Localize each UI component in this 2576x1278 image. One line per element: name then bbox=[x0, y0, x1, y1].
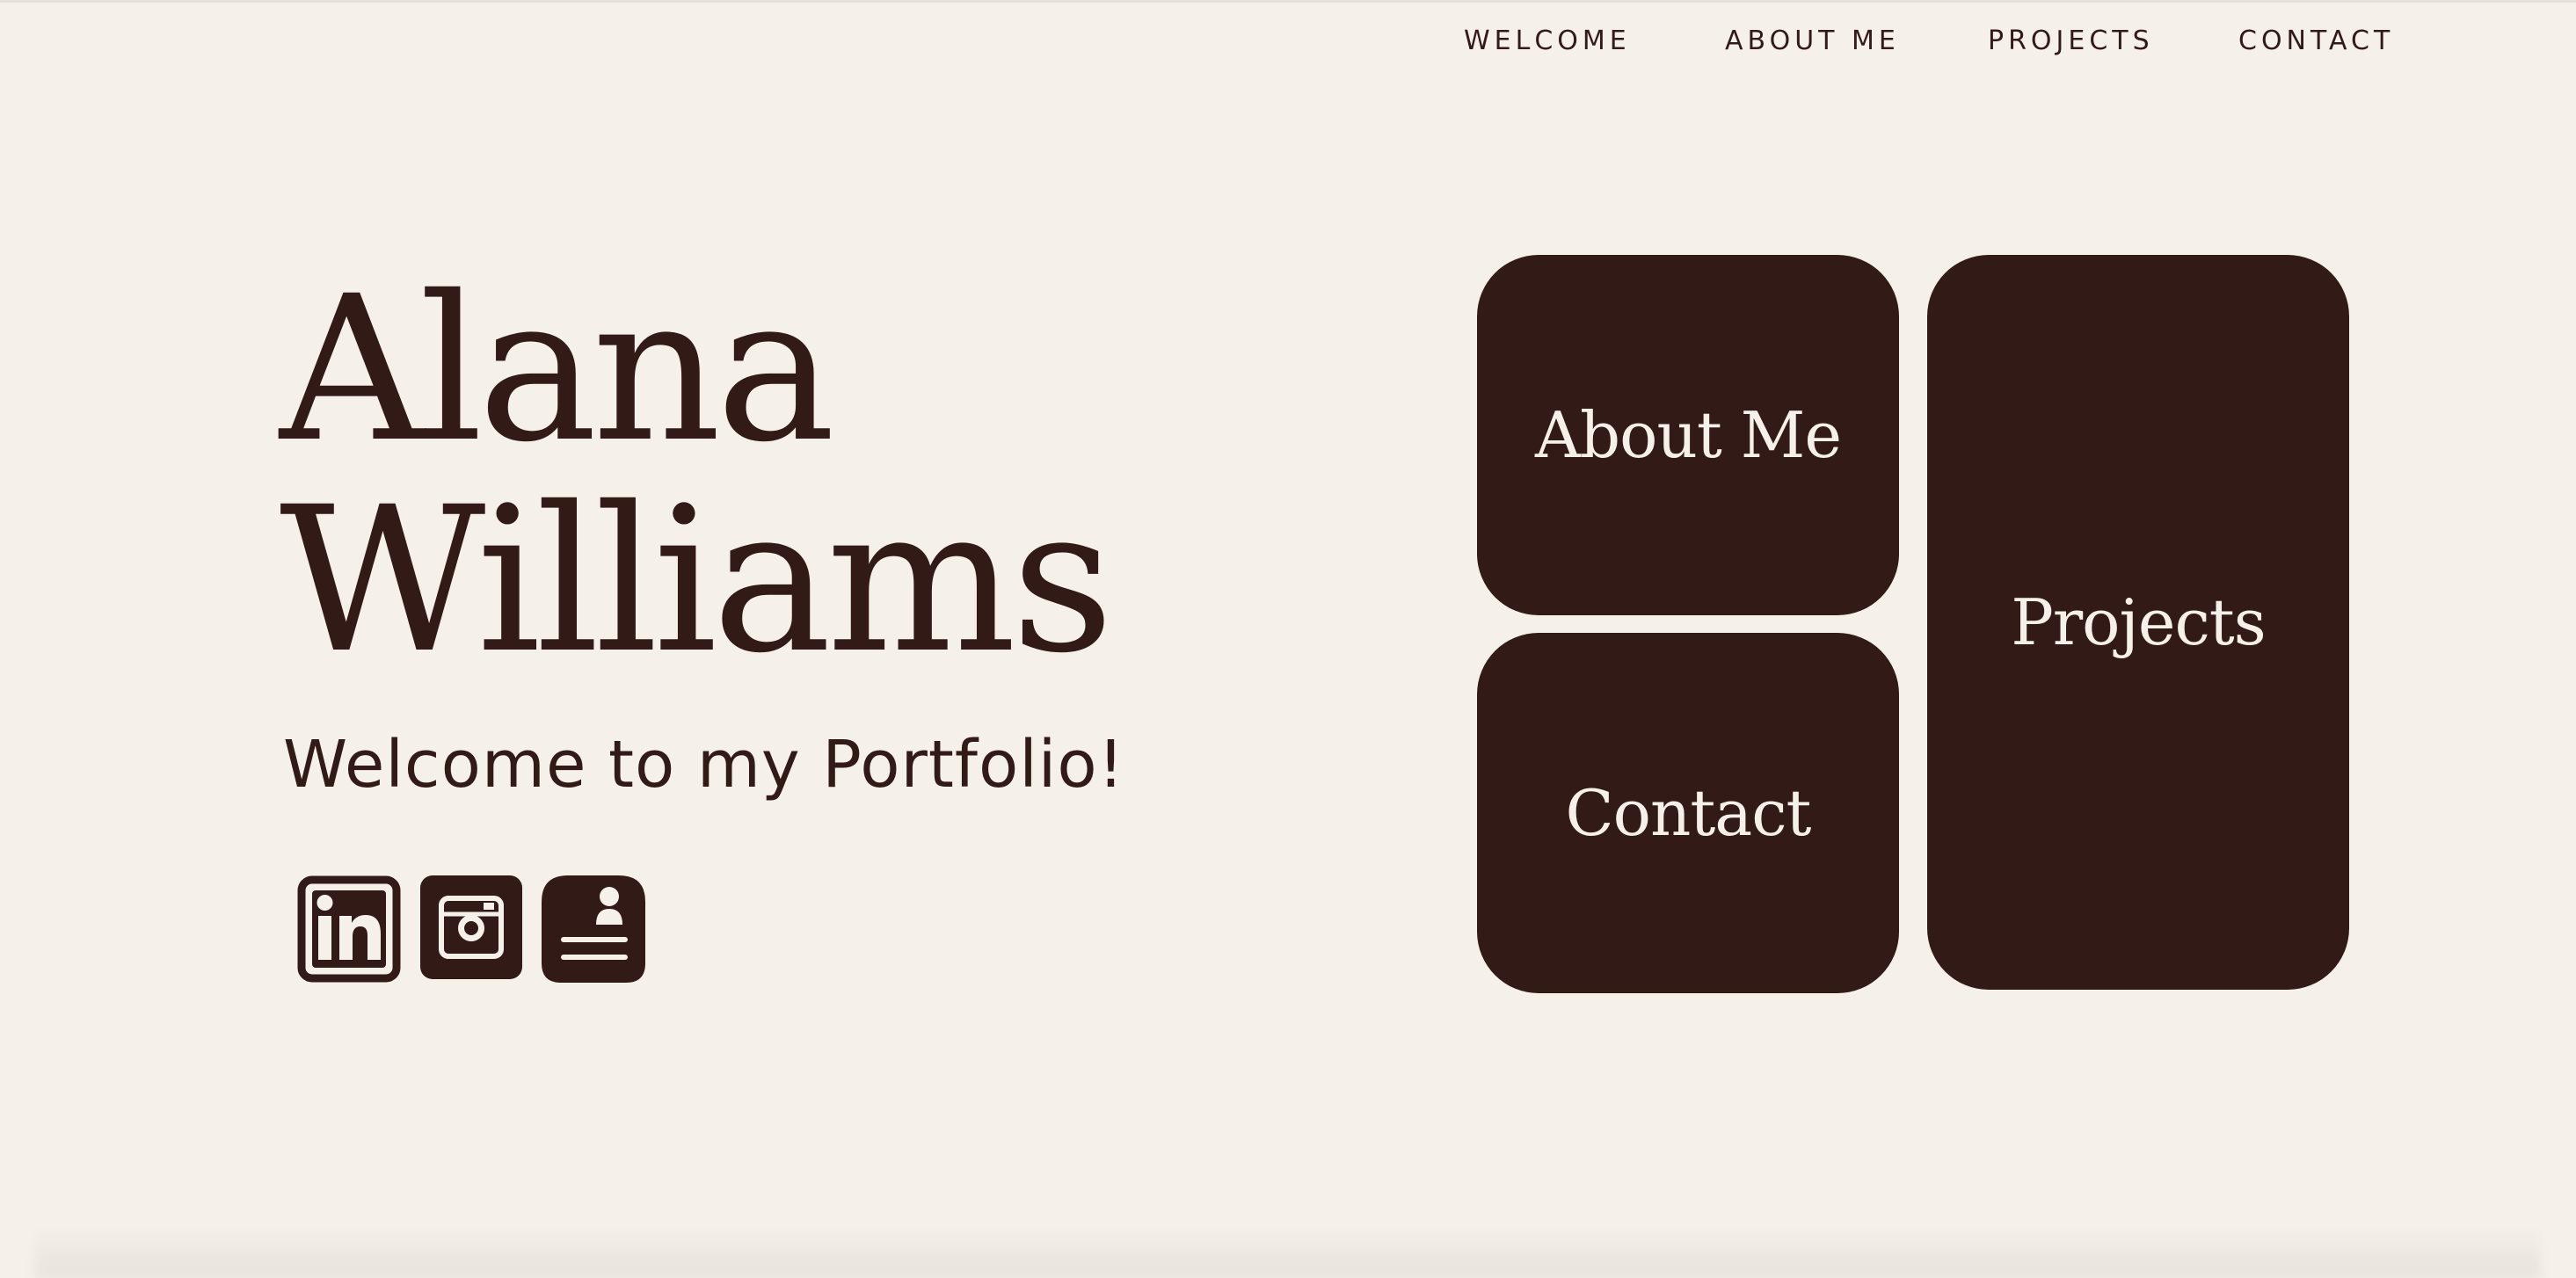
nav-link-welcome[interactable]: WELCOME bbox=[1464, 19, 1631, 63]
instagram-link[interactable] bbox=[420, 875, 522, 984]
about-me-tile-label: About Me bbox=[1535, 398, 1842, 472]
contact-tile[interactable]: Contact bbox=[1477, 633, 1899, 993]
hero-name: Alana Williams bbox=[280, 252, 1114, 697]
contact-card-icon bbox=[542, 875, 645, 983]
projects-tile[interactable]: Projects bbox=[1927, 255, 2349, 990]
hero-name-last: Williams bbox=[280, 463, 1114, 697]
instagram-icon bbox=[420, 875, 522, 979]
projects-tile-label: Projects bbox=[2011, 585, 2266, 659]
hero-subtitle: Welcome to my Portfolio! bbox=[283, 727, 1125, 802]
contact-card-link[interactable] bbox=[542, 875, 645, 987]
bottom-shadow bbox=[35, 1225, 2541, 1278]
about-me-tile[interactable]: About Me bbox=[1477, 255, 1899, 615]
top-edge-divider bbox=[0, 0, 2576, 3]
linkedin-icon bbox=[297, 875, 401, 983]
nav-link-projects[interactable]: PROJECTS bbox=[1988, 19, 2154, 63]
contact-tile-label: Contact bbox=[1565, 776, 1812, 850]
linkedin-link[interactable] bbox=[297, 875, 401, 987]
social-links bbox=[297, 875, 649, 983]
nav-link-contact[interactable]: CONTACT bbox=[2238, 19, 2394, 63]
top-navigation: WELCOME ABOUT ME PROJECTS CONTACT bbox=[1407, 19, 2427, 63]
nav-link-about-me[interactable]: ABOUT ME bbox=[1725, 19, 1900, 63]
hero-name-first: Alana bbox=[280, 252, 835, 486]
